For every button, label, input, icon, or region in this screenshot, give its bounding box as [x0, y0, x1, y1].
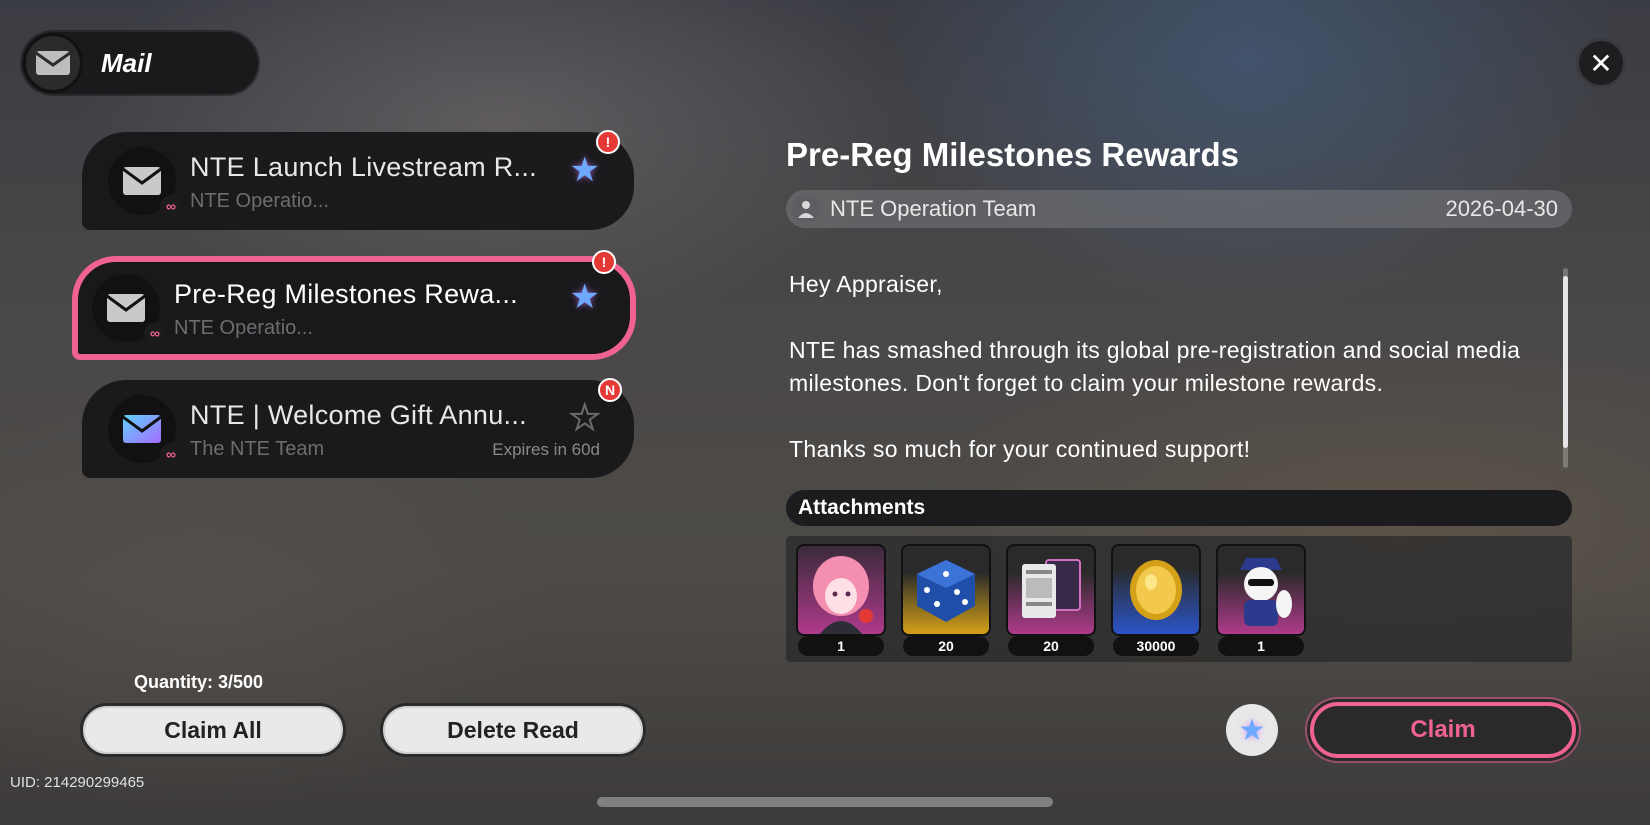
mail-subject: Pre-Reg Milestones Rewa... — [174, 279, 518, 309]
mail-greeting: Hey Appraiser, — [789, 271, 943, 297]
delete-read-button[interactable]: Delete Read — [380, 703, 646, 757]
envelope-icon: ∞ — [108, 147, 182, 217]
sender-name: NTE Operation Team — [830, 196, 1037, 221]
person-icon — [792, 195, 820, 223]
link-icon: ∞ — [144, 322, 166, 344]
mail-subject: NTE | Welcome Gift Annu... — [190, 400, 527, 430]
mail-quantity: Quantity: 3/500 — [134, 672, 264, 692]
mail-list-item[interactable]: ∞ NTE Launch Livestream R... NTE Operati… — [82, 130, 634, 230]
envelope-icon — [23, 33, 83, 93]
claim-button[interactable]: Claim — [1310, 702, 1576, 758]
mail-date: 2026-04-30 — [1445, 196, 1558, 221]
link-icon: ∞ — [160, 195, 182, 217]
alert-badge: ! — [596, 130, 620, 154]
link-icon: ∞ — [160, 443, 182, 465]
attachment-item[interactable]: 1 — [1216, 544, 1306, 656]
attachment-qty: 20 — [1008, 636, 1094, 656]
mail-list-item-selected[interactable]: ∞ Pre-Reg Milestones Rewa... NTE Operati… — [72, 250, 636, 360]
star-icon[interactable]: ★ — [570, 150, 600, 190]
attachments-list: 1 20 20 30000 1 — [786, 536, 1572, 662]
sender-bar: NTE Operation Team 2026-04-30 — [786, 190, 1572, 228]
character-avatar-icon — [796, 544, 886, 636]
attachment-qty: 20 — [903, 636, 989, 656]
mail-body: Hey Appraiser, NTE has smashed through i… — [789, 268, 1529, 478]
uid-label: UID: 214290299465 — [10, 774, 145, 791]
home-indicator[interactable] — [597, 797, 1053, 807]
mail-paragraph: Thanks so much for your continued suppor… — [789, 436, 1251, 462]
mail-sender: NTE Operatio... — [190, 190, 329, 212]
coin-icon — [1111, 544, 1201, 636]
envelope-icon: ∞ — [108, 395, 182, 465]
star-icon[interactable]: ★ — [570, 277, 600, 317]
card-icon — [1006, 544, 1096, 636]
new-badge: N — [598, 378, 622, 402]
close-icon: ✕ — [1589, 47, 1613, 79]
dice-icon — [901, 544, 991, 636]
close-button[interactable]: ✕ — [1576, 38, 1626, 88]
star-icon: ★ — [1238, 713, 1266, 747]
mail-header: Mail — [22, 32, 258, 94]
attachment-item[interactable]: 30000 — [1111, 544, 1201, 656]
mail-list-item[interactable]: ∞ NTE | Welcome Gift Annu... The NTE Tea… — [82, 378, 634, 478]
attachment-item[interactable]: 1 — [796, 544, 886, 656]
panda-icon — [1216, 544, 1306, 636]
mail-paragraph: NTE has smashed through its global pre-r… — [789, 337, 1521, 396]
scrollbar-thumb[interactable] — [1563, 276, 1568, 448]
page-title: Mail — [101, 47, 152, 78]
envelope-icon: ∞ — [92, 274, 166, 344]
attachment-qty: 30000 — [1113, 636, 1199, 656]
favorite-button[interactable]: ★ — [1226, 704, 1278, 756]
mail-title: Pre-Reg Milestones Rewards — [786, 136, 1239, 173]
attachment-item[interactable]: 20 — [901, 544, 991, 656]
attachment-item[interactable]: 20 — [1006, 544, 1096, 656]
claim-all-button[interactable]: Claim All — [80, 703, 346, 757]
star-outline-icon[interactable]: ★ — [568, 398, 601, 438]
alert-badge: ! — [592, 250, 616, 274]
mail-sender: The NTE Team — [190, 438, 325, 460]
expiry-label: Expires in 60d — [492, 440, 600, 459]
attachment-qty: 1 — [1218, 636, 1304, 656]
mail-sender: NTE Operatio... — [174, 317, 313, 339]
mail-subject: NTE Launch Livestream R... — [190, 152, 537, 182]
attachment-qty: 1 — [798, 636, 884, 656]
attachments-header: Attachments — [786, 490, 1572, 526]
